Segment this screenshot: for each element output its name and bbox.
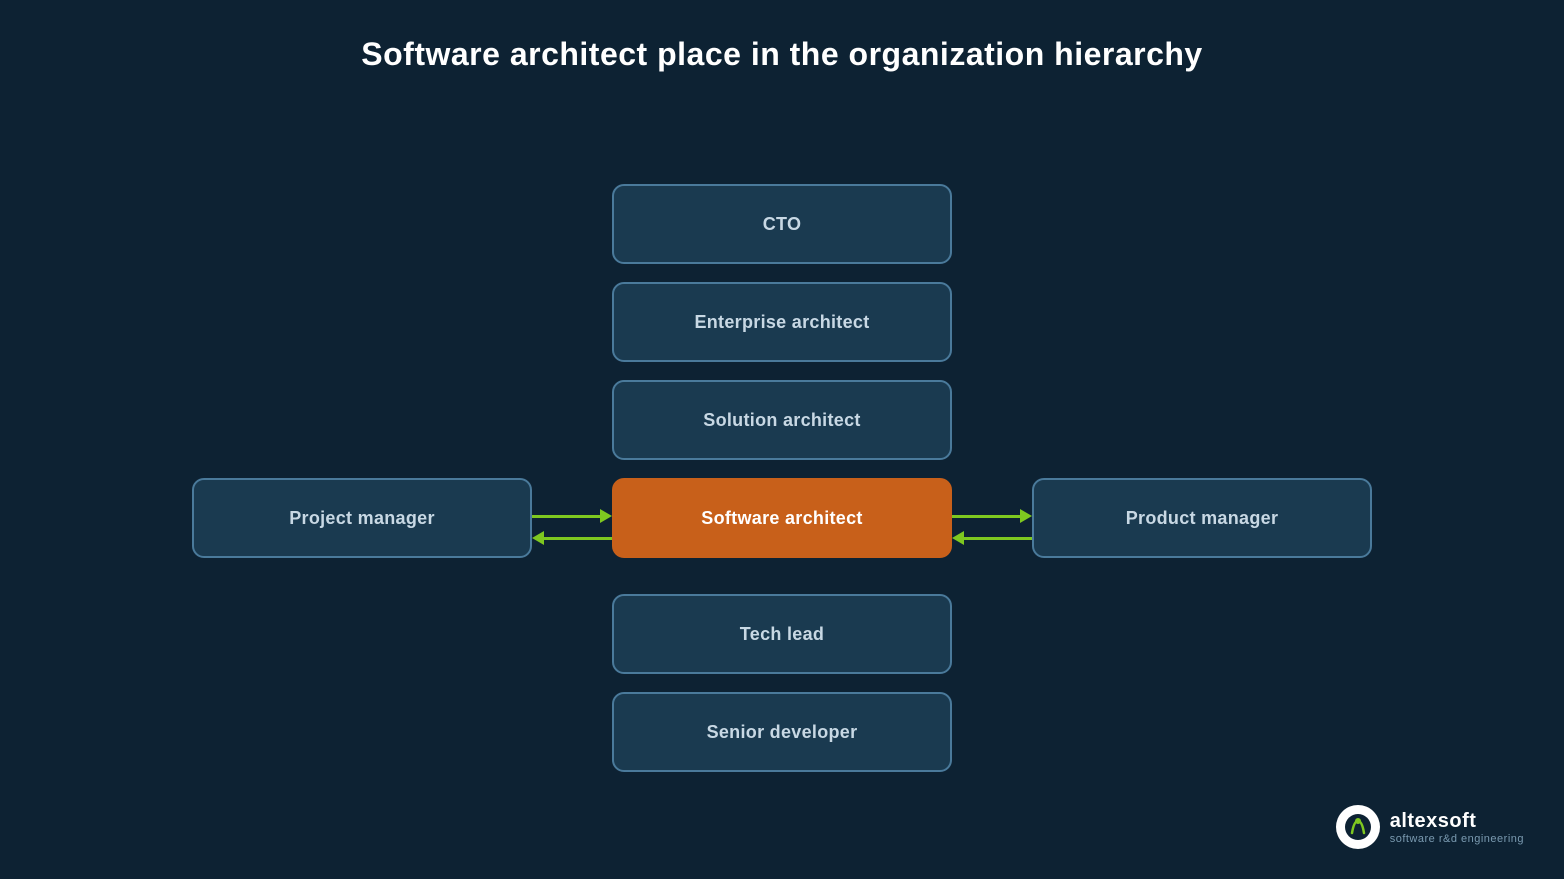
logo-name: altexsoft [1390, 810, 1524, 833]
node-tech-lead: Tech lead [612, 594, 952, 674]
arrow-head-right-2 [1020, 509, 1032, 523]
arrow-line [532, 515, 600, 518]
logo-subtitle: software r&d engineering [1390, 833, 1524, 845]
left-arrows [532, 509, 612, 545]
arrow-left-2 [952, 531, 1032, 545]
node-solution-architect: Solution architect [612, 380, 952, 460]
node-senior-developer: Senior developer [612, 692, 952, 772]
arrow-head-left [532, 531, 544, 545]
diagram-container: CTO Enterprise architect Solution archit… [0, 95, 1564, 879]
logo-text-area: altexsoft software r&d engineering [1390, 810, 1524, 845]
arrow-right-2 [952, 509, 1032, 523]
node-enterprise-architect: Enterprise architect [612, 282, 952, 362]
node-cto: CTO [612, 184, 952, 264]
arrow-line-3 [952, 515, 1020, 518]
arrow-head-left-2 [952, 531, 964, 545]
arrow-head-right [600, 509, 612, 523]
diagram-inner: CTO Enterprise architect Solution archit… [192, 184, 1372, 790]
middle-row: Project manager Software architect [192, 478, 1372, 576]
arrow-right-1 [532, 509, 612, 523]
node-product-manager: Product manager [1032, 478, 1372, 558]
arrow-line-4 [964, 537, 1032, 540]
node-software-architect: Software architect [612, 478, 952, 558]
logo-area: altexsoft software r&d engineering [1336, 805, 1524, 849]
altexsoft-icon [1336, 805, 1380, 849]
node-project-manager: Project manager [192, 478, 532, 558]
arrow-line-2 [544, 537, 612, 540]
right-arrows [952, 509, 1032, 545]
arrow-left-1 [532, 531, 612, 545]
page-title: Software architect place in the organiza… [0, 0, 1564, 73]
